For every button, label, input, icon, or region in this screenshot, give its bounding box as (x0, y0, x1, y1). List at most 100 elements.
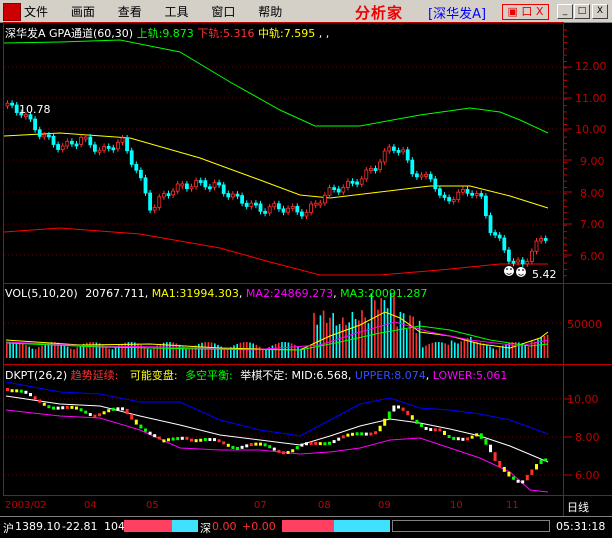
dkpt-candle (180, 436, 184, 440)
volume-bar (137, 343, 139, 358)
vol-ma2-line (5, 321, 549, 351)
candle-body (359, 178, 364, 185)
sh-change: -22.81 (62, 520, 98, 533)
candle-body (502, 237, 507, 251)
dkpt-candle (502, 466, 506, 472)
volume-bar (44, 343, 46, 358)
dkpt-mid-value: 6.568 (316, 369, 348, 382)
dkpt-candle (208, 438, 212, 442)
volume-bar (223, 348, 226, 358)
candle-body (203, 180, 208, 188)
volume-bar (431, 342, 434, 358)
candle-body (511, 260, 516, 264)
volume-bar (63, 344, 66, 358)
candle-body (276, 203, 281, 210)
volume-bar (450, 340, 453, 358)
volume-bar (380, 298, 382, 358)
dkpt-candle (277, 449, 281, 453)
candle-body (479, 193, 484, 197)
stock-chart-canvas[interactable] (0, 0, 612, 537)
candle-body (249, 202, 254, 207)
volume-bar (210, 342, 213, 358)
dkpt-candle (102, 411, 106, 415)
dkpt-candle (185, 436, 189, 440)
status-bar: 沪 1389.10 -22.81 104 深 0.00 +0.00 05:31:… (0, 516, 612, 538)
price-candles (5, 100, 548, 267)
candle-body (14, 104, 19, 113)
dkpt-candle (447, 435, 451, 439)
volume-bar (338, 324, 341, 358)
dkpt-title: DKPT(26,2) (5, 369, 68, 382)
volume-bar (194, 345, 197, 358)
dkpt-candle (516, 479, 520, 483)
dkpt-candle (249, 443, 253, 447)
y-tick-7: 7.00 (580, 218, 605, 231)
volume-bar (492, 348, 494, 358)
dkpt-candle (84, 410, 88, 414)
indicator-name: GPA通道(60,30) (49, 27, 134, 40)
volume-bar (134, 342, 136, 358)
mid-label: 中轨: (258, 27, 284, 40)
volume-bar (505, 343, 507, 358)
candle-body (148, 192, 153, 211)
candle-body (152, 206, 157, 211)
dkpt-candle (392, 405, 396, 412)
dkpt-candle (479, 433, 483, 439)
time-label-2003-02: 2003/02 (5, 500, 47, 511)
dkpt-candle (245, 444, 249, 448)
candle-body (313, 202, 318, 206)
volume-bar (111, 349, 114, 358)
candle-body (134, 163, 139, 171)
volume-bar (6, 343, 8, 358)
dkpt-candle (24, 390, 28, 394)
dkpt-candle (484, 438, 488, 445)
volume-bar (527, 346, 530, 358)
sz-index: 0.00 (212, 520, 237, 533)
vol-ma1-label: MA1: (151, 287, 180, 300)
dkpt-trend: 趋势延续: (70, 369, 119, 382)
dkpt-candle (134, 419, 138, 425)
candle-body (106, 146, 111, 149)
candle-body (405, 149, 410, 161)
dkpt-candle (498, 460, 502, 467)
dkpt-candle (328, 441, 331, 445)
candle-body (493, 232, 498, 236)
volume-bar (370, 293, 373, 358)
volume-bar (412, 316, 414, 358)
dkpt-mid-label: MID: (291, 369, 317, 382)
dkpt-change: 可能变盘: (129, 369, 178, 382)
dkpt-candle (33, 396, 37, 400)
candle-body (341, 186, 346, 193)
volume-bar (150, 349, 152, 358)
volume-bar (393, 294, 395, 358)
dkpt-candle (56, 406, 60, 410)
candle-body (166, 193, 171, 197)
sz-label: 深 (200, 522, 211, 535)
dkpt-candle (121, 407, 124, 411)
dkpt-candle (314, 441, 318, 445)
upper-label: 上轨: (136, 27, 163, 40)
low-marker-icons (504, 266, 526, 277)
candle-body (93, 144, 97, 152)
candle-body (74, 143, 79, 147)
dkpt-upper-label: UPPER: (354, 369, 395, 382)
vol-title: VOL(5,10,20) (5, 287, 78, 300)
volume-bar (105, 346, 107, 358)
dkpt-candle (125, 408, 129, 415)
dkpt-candle (15, 389, 19, 393)
dkpt-candle (148, 431, 152, 435)
candle-body (51, 135, 56, 145)
dkpt-candle (98, 413, 101, 417)
dkpt-candle (75, 406, 78, 410)
volume-bar (22, 343, 24, 358)
volume-bar (198, 343, 200, 358)
candle-body (157, 196, 162, 208)
dkpt-candle (52, 406, 55, 410)
dkpt-candle (332, 440, 336, 444)
volume-bar (335, 325, 338, 358)
period-label[interactable]: 日线 (567, 499, 589, 515)
candle-body (534, 240, 539, 252)
sh-index: 1389.10 (15, 520, 61, 533)
volume-bar (422, 347, 424, 358)
dkpt-candle (415, 419, 419, 424)
